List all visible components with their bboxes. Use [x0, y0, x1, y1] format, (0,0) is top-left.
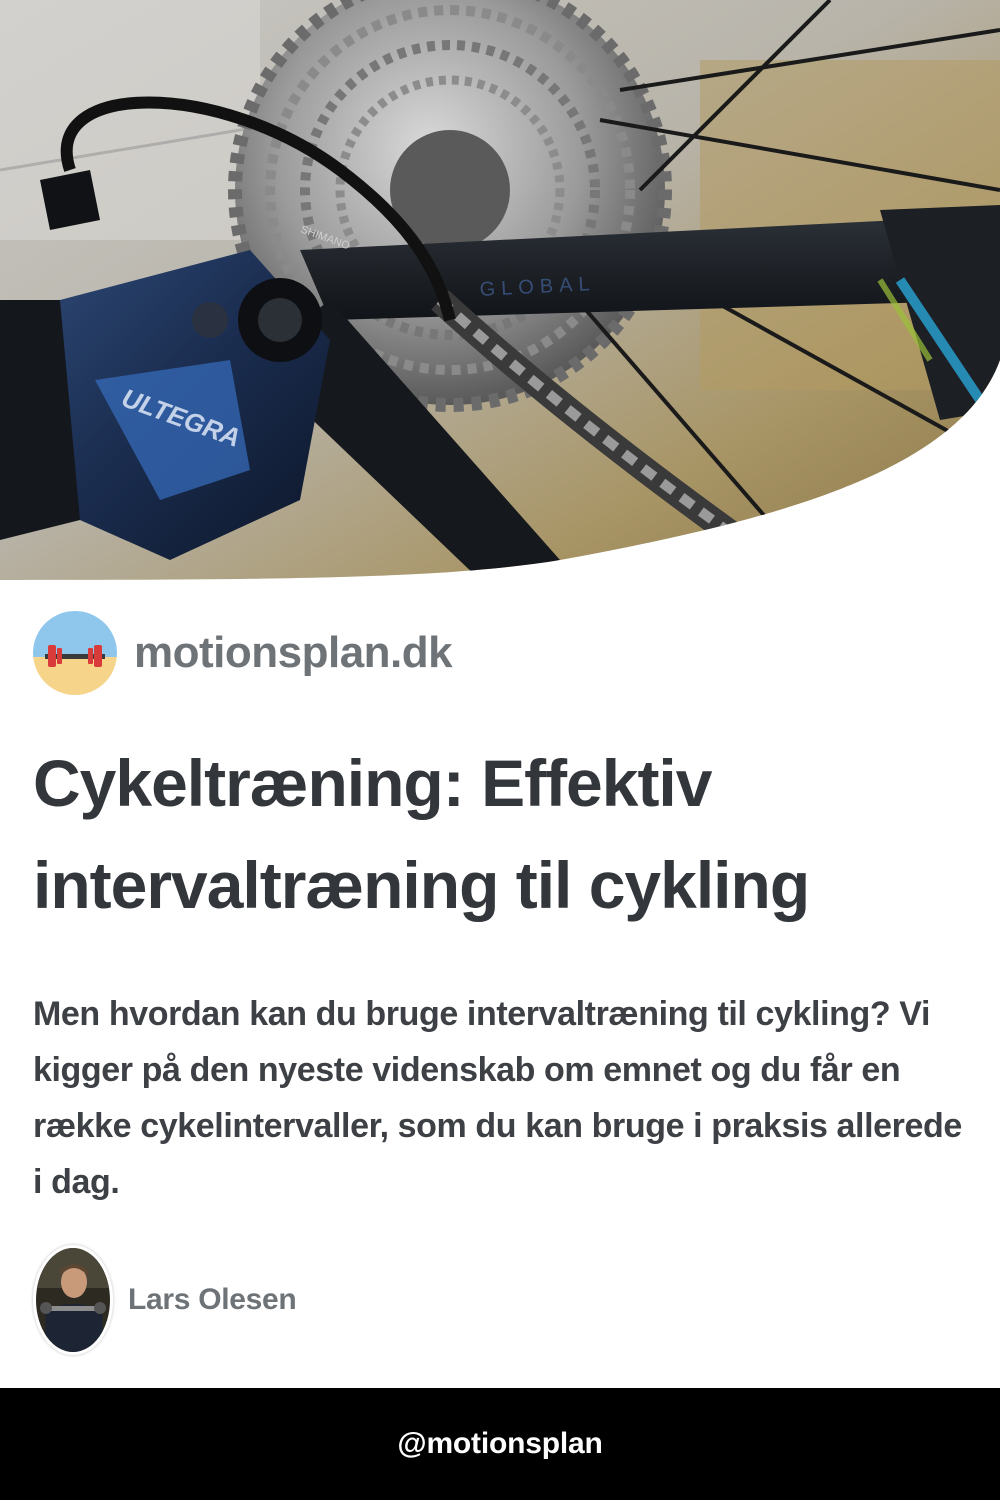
article-title[interactable]: Cykeltræning: Effektiv intervaltræning t…	[33, 732, 973, 936]
author-name[interactable]: Lars Olesen	[128, 1283, 297, 1317]
footer-bar: @motionsplan	[0, 1388, 1000, 1500]
author-avatar	[33, 1245, 113, 1355]
site-header[interactable]: motionsplan.dk	[33, 611, 453, 695]
article-description: Men hvordan kan du bruge intervaltræning…	[33, 995, 962, 1201]
site-name[interactable]: motionsplan.dk	[134, 628, 453, 678]
social-handle[interactable]: @motionsplan	[397, 1427, 602, 1461]
share-card: GLOBAL ULTEGRA SHIMANO motionsplan.dk Cy…	[0, 0, 1000, 1500]
author-byline[interactable]: Lars Olesen	[33, 1245, 297, 1355]
bicycle-photo: GLOBAL ULTEGRA SHIMANO	[0, 0, 1000, 580]
hero-image: GLOBAL ULTEGRA SHIMANO	[0, 0, 1000, 580]
barbell-beach-icon	[33, 611, 117, 695]
